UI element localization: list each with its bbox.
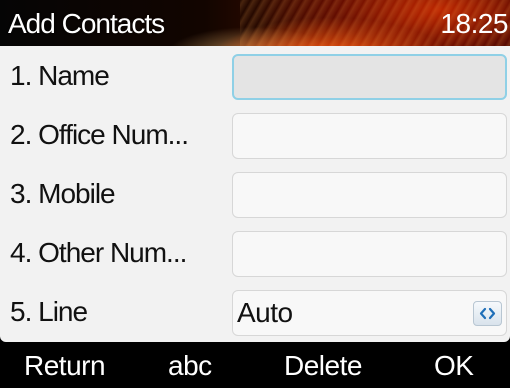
return-softkey[interactable]: Return bbox=[24, 350, 106, 382]
line-label: 5. Line bbox=[10, 296, 88, 327]
other-number-label: 4. Other Num... bbox=[10, 237, 187, 268]
office-number-label: 2. Office Num... bbox=[10, 119, 189, 150]
left-right-arrows-icon[interactable] bbox=[473, 301, 502, 326]
office-number-field[interactable] bbox=[232, 113, 507, 159]
form-row-mobile[interactable]: 3. Mobile bbox=[0, 164, 510, 223]
contact-form: 1. Name 2. Office Num... 3. Mobile 4. Ot… bbox=[0, 46, 510, 342]
clock: 18:25 bbox=[440, 8, 508, 39]
softkey-bar: Return abc Delete OK bbox=[0, 342, 510, 388]
page-title: Add Contacts bbox=[8, 8, 165, 39]
form-row-office-number[interactable]: 2. Office Num... bbox=[0, 105, 510, 164]
line-value: Auto bbox=[237, 297, 293, 328]
line-select[interactable]: Auto bbox=[232, 290, 507, 336]
name-label: 1. Name bbox=[10, 60, 110, 91]
delete-softkey[interactable]: Delete bbox=[284, 350, 362, 382]
title-bar: Add Contacts 18:25 bbox=[0, 0, 510, 46]
form-row-name[interactable]: 1. Name bbox=[0, 46, 510, 105]
phone-screen: Add Contacts 18:25 1. Name 2. Office Num… bbox=[0, 0, 510, 388]
ok-softkey[interactable]: OK bbox=[434, 350, 474, 382]
input-mode-softkey[interactable]: abc bbox=[168, 350, 212, 382]
form-row-other-number[interactable]: 4. Other Num... bbox=[0, 223, 510, 282]
form-row-line[interactable]: 5. Line Auto bbox=[0, 282, 510, 341]
name-field[interactable] bbox=[232, 54, 507, 100]
other-number-field[interactable] bbox=[232, 231, 507, 277]
mobile-field[interactable] bbox=[232, 172, 507, 218]
mobile-label: 3. Mobile bbox=[10, 178, 116, 209]
